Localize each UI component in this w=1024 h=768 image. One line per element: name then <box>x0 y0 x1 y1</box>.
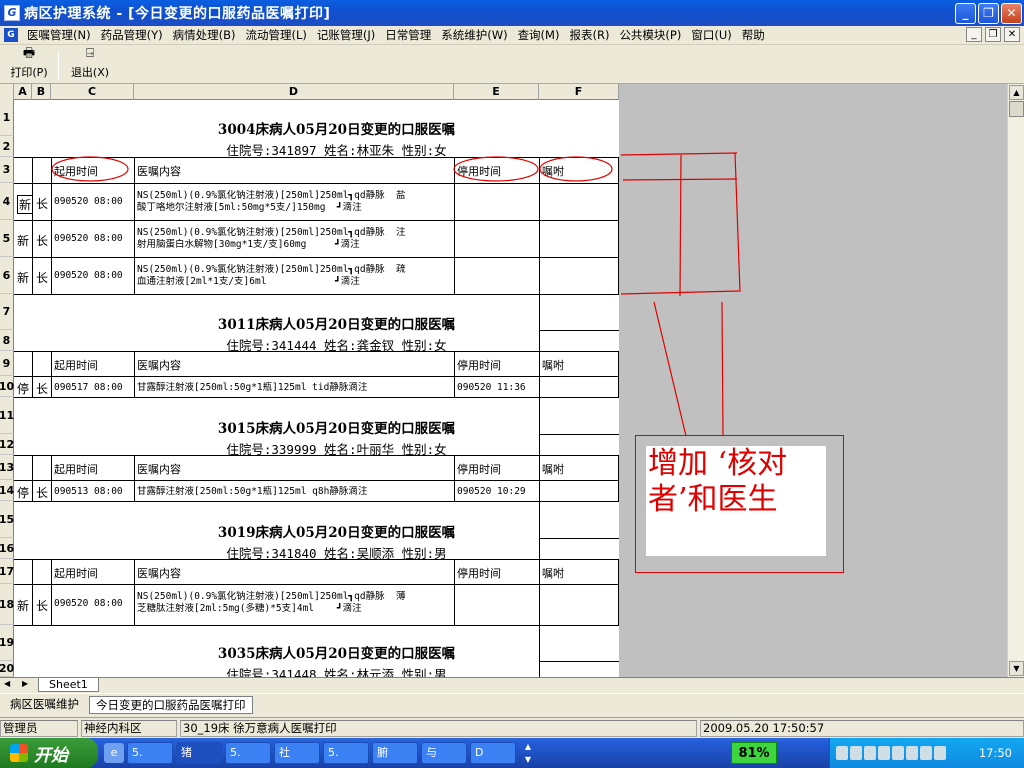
taskbar-item[interactable]: D <box>470 742 516 764</box>
ie-quicklaunch-icon[interactable]: e <box>104 743 124 763</box>
print-button[interactable]: 🖶 打印(P) <box>6 46 52 80</box>
empty-sheet-area <box>619 84 1007 677</box>
tray-network-icon[interactable] <box>836 746 848 760</box>
exit-label: 退出(X) <box>70 66 110 79</box>
taskbar-scroll-arrows-icon[interactable]: ▲ ▼ <box>522 740 534 766</box>
scroll-down-arrow-icon[interactable]: ▼ <box>1009 661 1024 676</box>
mdi-minimize-button[interactable]: _ <box>966 27 982 42</box>
toolbar: 🖶 打印(P) ⍈ 退出(X) <box>0 46 1024 84</box>
menu-flow[interactable]: 流动管理(L) <box>240 27 311 43</box>
taskbar-item[interactable]: 5. <box>225 742 271 764</box>
sheet-grid: A B C D E F 1 2 3 4 5 6 7 8 9 10 11 12 1… <box>0 84 619 677</box>
title-bar: G 病区护理系统 - [今日变更的口服药品医嘱打印] _ ❐ ✕ <box>0 0 1024 26</box>
annotation-circles <box>51 156 613 182</box>
taskbar-item[interactable]: 5. <box>323 742 369 764</box>
status-datetime: 2009.05.20 17:50:57 <box>700 720 1024 737</box>
taskbar-item[interactable]: 猪 <box>176 742 222 764</box>
status-user: 管理员 <box>0 720 78 737</box>
document-tab-bar: 病区医嘱维护 今日变更的口服药品医嘱打印 <box>0 693 1024 715</box>
status-bar: 管理员 神经内科区 30_19床 徐万意病人医嘱打印 2009.05.20 17… <box>0 717 1024 738</box>
doc-tab-order-maintenance[interactable]: 病区医嘱维护 <box>4 696 85 714</box>
tray-app-icon[interactable] <box>892 746 904 760</box>
annotation-sketch <box>620 152 741 437</box>
menu-drugs[interactable]: 药品管理(Y) <box>96 27 168 43</box>
windows-logo-icon <box>10 744 28 762</box>
tray-app-icon[interactable] <box>906 746 918 760</box>
restore-button[interactable]: ❐ <box>978 3 999 24</box>
taskbar-item[interactable]: 腑 <box>372 742 418 764</box>
status-patient: 30_19床 徐万意病人医嘱打印 <box>180 720 697 737</box>
annotation-note: 增加 ‘核对者’和医生 <box>635 435 844 573</box>
menu-bar: G 医嘱管理(N) 药品管理(Y) 病情处理(B) 流动管理(L) 记账管理(J… <box>0 26 1024 45</box>
mdi-restore-button[interactable]: ❐ <box>985 27 1001 42</box>
doc-tab-oral-order-print[interactable]: 今日变更的口服药品医嘱打印 <box>89 695 253 714</box>
status-department: 神经内科区 <box>81 720 177 737</box>
scroll-thumb[interactable] <box>1009 101 1024 117</box>
printer-icon: 🖶 <box>22 46 36 61</box>
menu-billing[interactable]: 记账管理(J) <box>312 27 380 43</box>
taskbar-item[interactable]: 与 <box>421 742 467 764</box>
menu-common[interactable]: 公共模块(P) <box>614 27 686 43</box>
vertical-scrollbar[interactable]: ▲ ▼ <box>1007 84 1024 677</box>
battery-meter: 81% <box>731 742 777 764</box>
exit-door-icon: ⍈ <box>86 46 94 61</box>
tray-help-icon[interactable] <box>934 746 946 760</box>
exit-button[interactable]: ⍈ 退出(X) <box>67 46 113 80</box>
menu-help[interactable]: 帮助 <box>737 27 770 43</box>
tray-sound-icon[interactable] <box>850 746 862 760</box>
print-label: 打印(P) <box>10 66 48 79</box>
tray-app-icon[interactable] <box>878 746 890 760</box>
annotation-note-text: 增加 ‘核对者’和医生 <box>646 446 826 556</box>
menu-maintenance[interactable]: 系统维护(W) <box>436 27 512 43</box>
mdi-close-button[interactable]: ✕ <box>1004 27 1020 42</box>
document-icon[interactable]: G <box>4 28 18 42</box>
menu-window[interactable]: 窗口(U) <box>686 27 736 43</box>
menu-reports[interactable]: 报表(R) <box>564 27 614 43</box>
start-label: 开始 <box>34 745 68 766</box>
menu-daily[interactable]: 日常管理 <box>380 27 436 43</box>
menu-orders[interactable]: 医嘱管理(N) <box>22 27 96 43</box>
clock[interactable]: 17:50 <box>979 746 1012 760</box>
start-button[interactable]: 开始 <box>0 738 98 768</box>
taskbar-item[interactable]: 社 <box>274 742 320 764</box>
sheet-tab-bar: ◀ ▶ Sheet1 <box>0 677 1024 692</box>
tray-display-icon[interactable] <box>864 746 876 760</box>
taskbar-item[interactable]: 5. <box>127 742 173 764</box>
scroll-up-arrow-icon[interactable]: ▲ <box>1009 85 1024 100</box>
menu-query[interactable]: 查询(M) <box>513 27 565 43</box>
close-button[interactable]: ✕ <box>1001 3 1022 24</box>
menu-condition[interactable]: 病情处理(B) <box>168 27 241 43</box>
report-sheet: A B C D E F 1 2 3 4 5 6 7 8 9 10 11 12 1… <box>0 84 1024 677</box>
system-tray: 17:50 <box>829 738 1024 768</box>
window-title: 病区护理系统 - [今日变更的口服药品医嘱打印] <box>24 6 331 22</box>
tab-next-arrow-icon[interactable]: ▶ <box>22 679 28 688</box>
app-icon: G <box>4 5 20 21</box>
tray-app-icon[interactable] <box>920 746 932 760</box>
tab-prev-arrow-icon[interactable]: ◀ <box>4 679 10 688</box>
sheet-tab-sheet1[interactable]: Sheet1 <box>38 678 99 692</box>
minimize-button[interactable]: _ <box>955 3 976 24</box>
toolbar-separator <box>58 50 59 80</box>
